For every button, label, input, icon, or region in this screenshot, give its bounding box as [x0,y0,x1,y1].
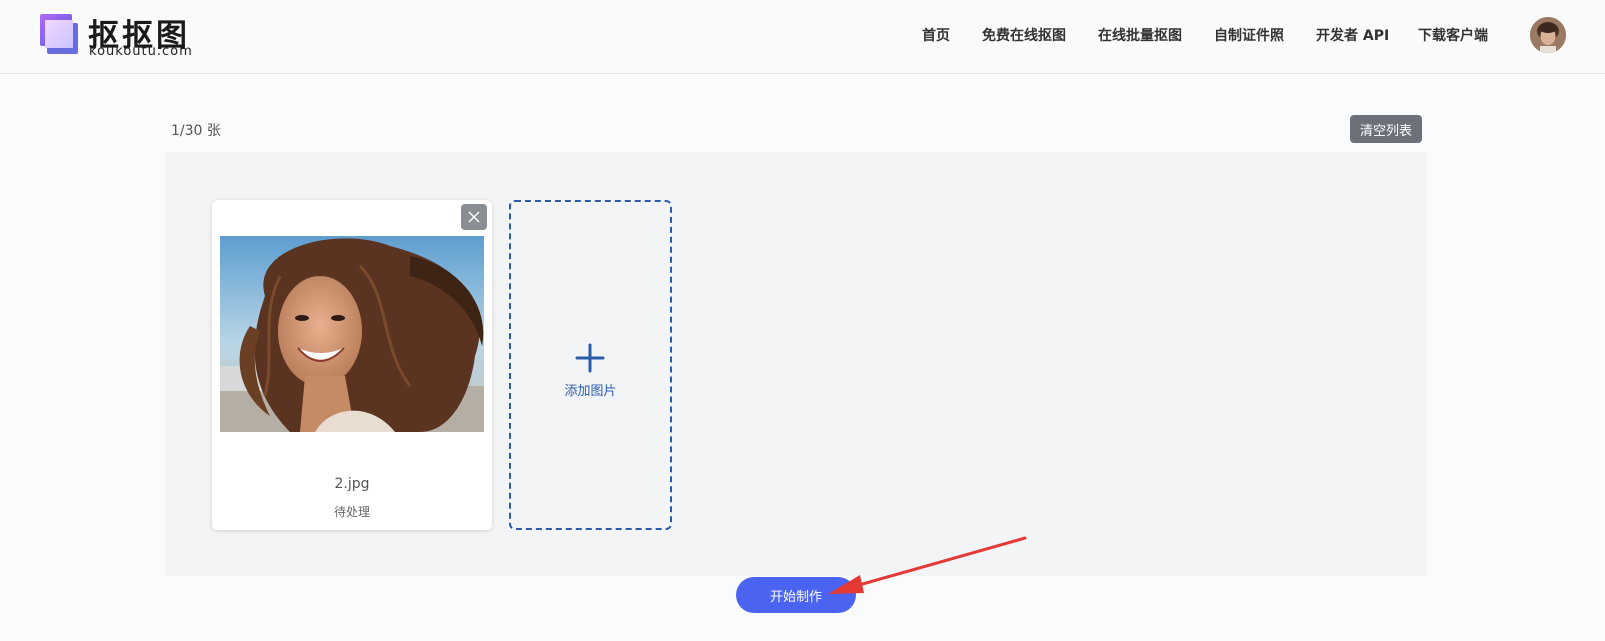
clear-list-button[interactable]: 清空列表 [1350,115,1422,143]
plus-icon [575,343,605,373]
file-status: 待处理 [333,505,370,519]
user-avatar[interactable] [1530,17,1566,53]
nav-developer-api[interactable]: 开发者 API [1316,25,1389,45]
nav-id-photo[interactable]: 自制证件照 [1214,25,1284,45]
avatar-image [1530,17,1566,53]
remove-image-button[interactable] [461,204,487,230]
add-image-tile[interactable]: 添加图片 [509,200,672,530]
image-count: 1/30 张 [171,123,221,139]
nav-free-cutout[interactable]: 免费在线抠图 [982,25,1066,45]
start-button[interactable]: 开始制作 [736,577,856,613]
add-image-label: 添加图片 [564,384,617,399]
nav-download-client[interactable]: 下载客户端 [1418,25,1488,45]
photo-preview [220,236,484,432]
nav-batch-cutout[interactable]: 在线批量抠图 [1098,25,1182,45]
site-logo[interactable]: 抠抠图 koukoutu.com [40,12,200,64]
image-thumbnail [220,236,484,432]
close-icon [468,211,480,223]
file-name: 2.jpg [334,476,370,492]
nav-home[interactable]: 首页 [922,25,950,45]
top-header: 抠抠图 koukoutu.com 首页 免费在线抠图 在线批量抠图 自制证件照 … [0,0,1605,74]
logo-domain: koukoutu.com [89,44,193,59]
image-card: 2.jpg 待处理 [212,200,492,530]
logo-icon [40,14,78,54]
